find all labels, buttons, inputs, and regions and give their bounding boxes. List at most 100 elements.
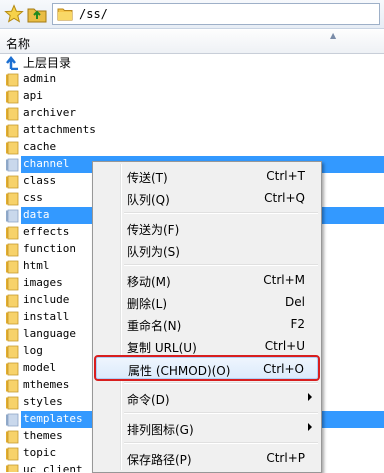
menu-item-shortcut: Ctrl+Q: [264, 191, 305, 205]
folder-icon: [5, 378, 19, 393]
folder-icon: [5, 242, 19, 257]
parent-folder-up-icon[interactable]: [27, 4, 47, 24]
file-name: model: [23, 361, 57, 374]
file-name: 上层目录: [23, 56, 72, 70]
file-name: data: [23, 208, 50, 221]
file-name: class: [23, 174, 57, 187]
folder-icon: [5, 123, 19, 138]
file-name: css: [23, 191, 43, 204]
menu-separator: [124, 264, 318, 266]
folder-icon: [5, 463, 19, 472]
menu-item-n[interactable]: 重命名(N) F2: [96, 313, 318, 335]
menu-item-label: 重命名(N): [127, 319, 182, 333]
menu-item-label: 属性 (CHMOD)(O): [128, 364, 231, 378]
favorites-star-icon[interactable]: [4, 4, 24, 24]
context-menu: 传送(T) Ctrl+T 队列(Q) Ctrl+Q 传送为(F) 队列为(S) 移动(M) C…: [92, 161, 322, 473]
file-name: channel: [23, 157, 70, 170]
menu-item-shortcut: F2: [290, 317, 305, 331]
menu-item-label: 排列图标(G): [127, 423, 194, 437]
menu-item-label: 移动(M): [127, 275, 171, 289]
menu-item-shortcut: Ctrl+T: [266, 169, 305, 183]
folder-icon: [5, 327, 19, 342]
file-name: themes: [23, 429, 63, 442]
file-name: images: [23, 276, 63, 289]
row-highlight: [21, 139, 384, 156]
menu-item-shortcut: Ctrl+M: [263, 273, 305, 287]
row-highlight: [21, 54, 384, 71]
toolbar: /ss/: [0, 0, 384, 29]
menu-item-t[interactable]: 传送(T) Ctrl+T: [96, 165, 318, 187]
folder-icon: [5, 191, 19, 206]
menu-item-shortcut: Del: [285, 295, 305, 309]
folder-icon: [5, 429, 19, 444]
folder-icon: [5, 446, 19, 461]
sort-ascending-icon: ▲: [330, 31, 337, 40]
folder-icon: [5, 140, 19, 155]
row-highlight: [21, 88, 384, 105]
parent-directory-row[interactable]: 上层目录: [0, 54, 384, 71]
folder-icon: [5, 293, 19, 308]
file-name: mthemes: [23, 378, 70, 391]
folder-icon: [5, 259, 19, 274]
menu-separator: [124, 412, 318, 414]
file-name: include: [23, 293, 70, 306]
menu-item-d[interactable]: 命令(D): [96, 387, 318, 409]
menu-item-label: 删除(L): [127, 297, 168, 311]
menu-item-label: 传送(T): [127, 171, 168, 185]
folder-icon: [5, 174, 19, 189]
folder-icon: [5, 344, 19, 359]
file-name: log: [23, 344, 43, 357]
menu-item-f[interactable]: 传送为(F): [96, 217, 318, 239]
submenu-arrow-icon: [308, 393, 312, 401]
folder-icon: [5, 208, 19, 223]
menu-item-label: 命令(D): [127, 393, 170, 407]
submenu-arrow-icon: [308, 423, 312, 431]
menu-item-s[interactable]: 队列为(S): [96, 239, 318, 261]
menu-item-url-u[interactable]: 复制 URL(U) Ctrl+U: [96, 335, 318, 357]
file-name: templates: [23, 412, 83, 425]
file-name: language: [23, 327, 76, 340]
file-name: function: [23, 242, 76, 255]
file-name: attachments: [23, 123, 96, 136]
folder-icon: [5, 89, 19, 104]
column-header-label: 名称: [6, 37, 31, 51]
file-row[interactable]: admin: [0, 71, 384, 88]
path-input[interactable]: /ss/: [52, 3, 380, 25]
file-row[interactable]: api: [0, 88, 384, 105]
file-name: uc_client: [23, 463, 83, 472]
file-name: api: [23, 89, 43, 102]
file-name: html: [23, 259, 50, 272]
file-name: topic: [23, 446, 57, 459]
menu-separator: [124, 382, 318, 384]
menu-separator: [124, 442, 318, 444]
folder-icon: [5, 276, 19, 291]
file-name: styles: [23, 395, 63, 408]
menu-item-chmod-o[interactable]: 属性 (CHMOD)(O) Ctrl+O: [94, 355, 320, 381]
column-header-name[interactable]: 名称 ▲: [0, 30, 384, 54]
folder-icon: [5, 412, 19, 427]
menu-separator: [124, 212, 318, 214]
folder-icon: [5, 106, 19, 121]
menu-item-label: 复制 URL(U): [127, 341, 197, 355]
folder-icon: [5, 395, 19, 410]
folder-icon: [5, 157, 19, 172]
file-row[interactable]: archiver: [0, 105, 384, 122]
folder-icon: [57, 6, 73, 22]
menu-item-label: 传送为(F): [127, 223, 180, 237]
file-name: admin: [23, 72, 57, 85]
menu-item-shortcut: Ctrl+U: [264, 339, 305, 353]
menu-item-shortcut: Ctrl+P: [266, 451, 305, 465]
menu-item-shortcut: Ctrl+O: [263, 362, 304, 376]
folder-icon: [5, 225, 19, 240]
file-row[interactable]: attachments: [0, 122, 384, 139]
file-row[interactable]: cache: [0, 139, 384, 156]
folder-icon: [5, 72, 19, 87]
menu-item-p[interactable]: 保存路径(P) Ctrl+P: [96, 447, 318, 469]
menu-item-m[interactable]: 移动(M) Ctrl+M: [96, 269, 318, 291]
row-highlight: [21, 71, 384, 88]
folder-icon: [5, 361, 19, 376]
file-name: archiver: [23, 106, 76, 119]
menu-item-g[interactable]: 排列图标(G): [96, 417, 318, 439]
menu-item-q[interactable]: 队列(Q) Ctrl+Q: [96, 187, 318, 209]
menu-item-l[interactable]: 删除(L) Del: [96, 291, 318, 313]
